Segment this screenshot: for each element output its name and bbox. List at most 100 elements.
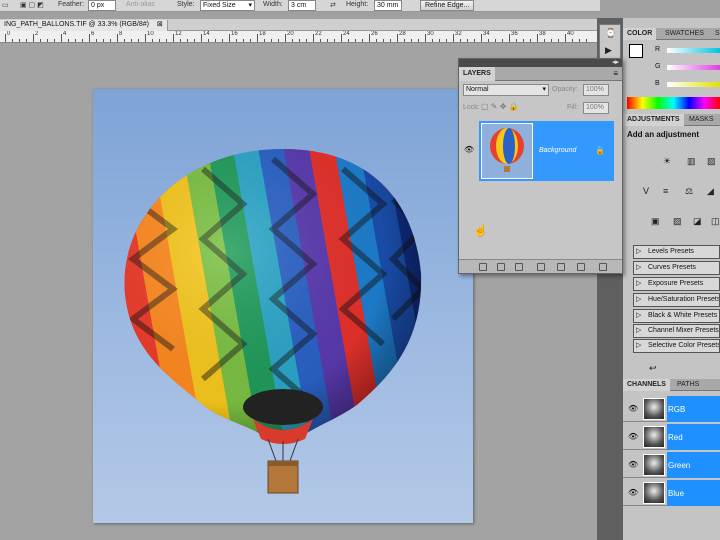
antialias-checkbox[interactable]: Anti-alias	[126, 1, 155, 8]
style-select[interactable]: Fixed Size ▾	[200, 0, 255, 11]
actions-icon[interactable]: ▶	[605, 45, 612, 56]
color-balance-icon[interactable]: ⚖	[685, 186, 693, 197]
document-tab[interactable]: ING_PATH_BALLONS.TIF @ 33.3% (RGB/8#) ⊠	[0, 20, 168, 31]
black-white-presets[interactable]: Black & White Presets	[633, 309, 720, 323]
ruler-minor-tick	[166, 39, 167, 42]
ruler-minor-tick	[222, 39, 223, 42]
curves-icon[interactable]: ▧	[707, 156, 716, 167]
feather-label: Feather:	[58, 1, 85, 8]
add-mask-icon[interactable]	[515, 263, 523, 271]
levels-icon[interactable]: ▥	[687, 156, 696, 167]
selective-color-presets[interactable]: Selective Color Presets	[633, 339, 720, 353]
new-group-icon[interactable]	[557, 263, 565, 271]
ruler-tick	[509, 34, 510, 42]
ruler-minor-tick	[12, 39, 13, 42]
vibrance-icon[interactable]: V	[643, 186, 649, 196]
eye-icon[interactable]: 👁	[628, 404, 638, 414]
ruler-number: 30	[427, 31, 434, 37]
channel-thumbnail	[643, 454, 665, 476]
eye-icon[interactable]: 👁	[628, 488, 638, 498]
tab-layers[interactable]: LAYERS	[459, 67, 495, 81]
selection-mode-icons[interactable]: ▣ ▢ ◩	[20, 1, 44, 9]
panel-menu-icon[interactable]: ≡	[613, 69, 618, 78]
layers-tab-row: LAYERS ≡	[459, 67, 622, 81]
ruler-tick	[257, 34, 258, 42]
ruler-minor-tick	[579, 39, 580, 42]
posterize-icon[interactable]: ◫	[711, 216, 720, 227]
fill-input[interactable]: 100%	[583, 102, 609, 114]
hue-saturation-presets[interactable]: Hue/Saturation Presets	[633, 293, 720, 307]
tool-icon[interactable]: ▭	[2, 1, 9, 9]
chevron-down-icon: ▾	[542, 86, 546, 93]
close-tab-icon[interactable]: ⊠	[157, 21, 163, 28]
ruler-minor-tick	[383, 39, 384, 42]
curves-presets[interactable]: Curves Presets	[633, 261, 720, 275]
refine-edge-button[interactable]: Refine Edge...	[420, 0, 475, 11]
ruler-tick	[229, 34, 230, 42]
tab-color[interactable]: COLOR	[623, 28, 657, 40]
ruler-minor-tick	[586, 39, 587, 42]
channels-panel-tabs: CHANNELS PATHS	[623, 379, 720, 391]
history-icon[interactable]: ⌚	[605, 28, 616, 39]
eye-icon[interactable]: 👁	[628, 432, 638, 442]
document-title: ING_PATH_BALLONS.TIF @ 33.3% (RGB/8#)	[4, 21, 149, 28]
layer-row-background[interactable]: Background 🔒	[479, 121, 614, 181]
adjustment-layer-icon[interactable]	[537, 263, 545, 271]
brightness-icon[interactable]: ☀	[663, 156, 671, 167]
levels-presets[interactable]: Levels Presets	[633, 245, 720, 259]
blend-mode-select[interactable]: Normal ▾	[463, 84, 549, 96]
layers-panel-titlebar[interactable]: ◂▸	[459, 59, 622, 67]
hue-saturation-icon[interactable]: ≡	[663, 186, 668, 196]
channel-row-rgb[interactable]: 👁 RGB	[623, 396, 720, 422]
red-slider[interactable]: R	[653, 46, 720, 56]
layer-name: Background	[539, 147, 577, 154]
ruler-minor-tick	[523, 39, 524, 42]
eye-icon[interactable]: 👁	[464, 145, 474, 154]
ruler-minor-tick	[138, 39, 139, 42]
tab-adjustments[interactable]: ADJUSTMENTS	[623, 114, 684, 126]
channel-row-green[interactable]: 👁 Green	[623, 452, 720, 478]
ruler-number: 34	[483, 31, 490, 37]
width-input[interactable]: 3 cm	[288, 0, 316, 11]
return-icon[interactable]: ↩	[649, 363, 657, 374]
layer-style-icon[interactable]	[497, 263, 505, 271]
eye-icon[interactable]: 👁	[628, 460, 638, 470]
ruler-minor-tick	[278, 39, 279, 42]
new-layer-icon[interactable]	[577, 263, 585, 271]
tab-styles[interactable]: S	[711, 28, 720, 40]
swap-icon[interactable]: ⇄	[330, 1, 336, 9]
ruler-minor-tick	[299, 39, 300, 42]
height-input[interactable]: 30 mm	[374, 0, 402, 11]
photo-filter-icon[interactable]: ▣	[651, 216, 660, 227]
blue-slider[interactable]: B	[653, 80, 720, 90]
foreground-color-swatch[interactable]	[629, 44, 643, 58]
adjustments-heading: Add an adjustment	[627, 130, 700, 139]
black-white-icon[interactable]: ◢	[707, 186, 714, 197]
channel-row-red[interactable]: 👁 Red	[623, 424, 720, 450]
channel-mixer-presets[interactable]: Channel Mixer Presets	[633, 324, 720, 338]
tab-masks[interactable]: MASKS	[685, 114, 718, 126]
color-spectrum-ramp[interactable]	[627, 97, 720, 109]
trash-icon[interactable]	[599, 263, 607, 271]
ruler-tick	[33, 34, 34, 42]
channel-row-blue[interactable]: 👁 Blue	[623, 480, 720, 506]
ruler-number: 10	[147, 31, 154, 37]
green-slider[interactable]: G	[653, 63, 720, 73]
ruler-tick	[201, 34, 202, 42]
ruler-minor-tick	[19, 39, 20, 42]
ruler-minor-tick	[572, 39, 573, 42]
document-canvas[interactable]	[93, 89, 473, 523]
ruler-minor-tick	[215, 39, 216, 42]
tab-channels[interactable]: CHANNELS	[623, 379, 670, 391]
tab-paths[interactable]: PATHS	[673, 379, 703, 391]
collapse-icon[interactable]: ◂▸	[612, 58, 619, 66]
channel-mixer-icon[interactable]: ▨	[673, 216, 682, 227]
link-layers-icon[interactable]	[479, 263, 487, 271]
opacity-input[interactable]: 100%	[583, 84, 609, 96]
exposure-presets[interactable]: Exposure Presets	[633, 277, 720, 291]
lock-icons[interactable]: ▢ ✎ ✥ 🔒	[481, 102, 519, 111]
invert-icon[interactable]: ◪	[693, 216, 702, 227]
tab-swatches[interactable]: SWATCHES	[661, 28, 708, 40]
feather-input[interactable]: 0 px	[88, 0, 116, 11]
ruler-minor-tick	[474, 39, 475, 42]
